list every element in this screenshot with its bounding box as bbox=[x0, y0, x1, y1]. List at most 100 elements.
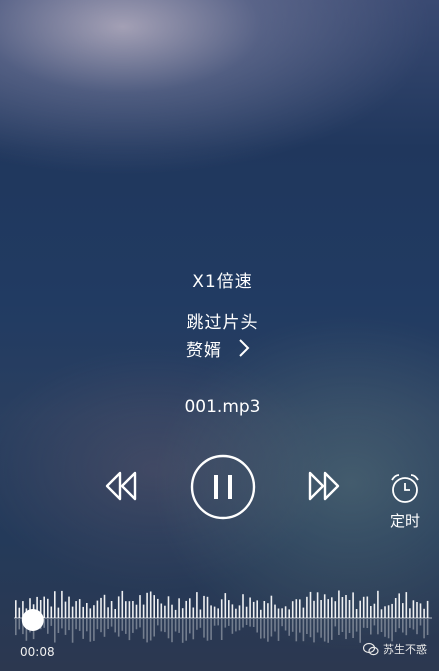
waveform-bar bbox=[178, 598, 180, 618]
rewind-icon[interactable] bbox=[104, 470, 138, 502]
waveform-reflection bbox=[68, 619, 70, 631]
waveform-bar bbox=[96, 600, 99, 618]
waveform-reflection bbox=[160, 619, 163, 632]
waveform-bar bbox=[334, 601, 337, 618]
fast-forward-icon[interactable] bbox=[307, 470, 341, 502]
waveform-reflection bbox=[288, 619, 290, 636]
waveform-bar bbox=[387, 605, 390, 618]
waveform-bar bbox=[142, 604, 145, 618]
waveform-bar bbox=[284, 606, 287, 618]
waveform-reflection bbox=[352, 619, 354, 638]
waveform-reflection bbox=[419, 619, 422, 626]
skip-intro-button[interactable]: 跳过片头 bbox=[0, 308, 439, 333]
waveform-bar bbox=[405, 592, 408, 618]
waveform-reflection bbox=[203, 619, 205, 638]
waveform-bar bbox=[146, 592, 148, 618]
waveform-reflection bbox=[57, 619, 60, 633]
waveform-bar bbox=[323, 594, 326, 618]
waveform-bar bbox=[61, 590, 63, 618]
waveform-bar bbox=[306, 596, 308, 618]
pause-icon bbox=[214, 475, 232, 499]
chevron-right-icon bbox=[239, 339, 250, 357]
waveform-reflection bbox=[341, 619, 344, 632]
waveform-reflection bbox=[327, 619, 329, 643]
waveform-bar bbox=[121, 590, 124, 618]
waveform-bar bbox=[252, 601, 255, 618]
waveform-bar bbox=[89, 608, 92, 618]
waveform-bar bbox=[199, 609, 202, 618]
waveform-bar bbox=[71, 606, 74, 618]
waveform-reflection bbox=[128, 619, 131, 641]
waveform-reflection bbox=[139, 619, 141, 628]
waveform-reflection bbox=[110, 619, 113, 627]
waveform-bar bbox=[75, 601, 77, 618]
waveform-bar bbox=[224, 593, 227, 618]
waveform-bar bbox=[78, 599, 81, 618]
waveform-reflection bbox=[260, 619, 262, 639]
wechat-icon bbox=[363, 642, 379, 656]
waveform-bar bbox=[160, 603, 163, 618]
waveform-reflection bbox=[238, 619, 241, 631]
waveform-bar bbox=[132, 601, 134, 618]
waveform-bar bbox=[192, 607, 195, 618]
waveform-reflection bbox=[78, 619, 81, 631]
waveform-bar bbox=[114, 609, 116, 618]
waveform-reflection bbox=[18, 619, 21, 630]
pause-button[interactable] bbox=[190, 454, 256, 520]
waveform-bar bbox=[174, 609, 177, 618]
waveform-bar bbox=[231, 604, 234, 618]
waveform-reflection bbox=[355, 619, 358, 632]
waveform-reflection bbox=[206, 619, 209, 641]
waveform-bar bbox=[15, 600, 17, 618]
waveform-bar bbox=[391, 603, 393, 618]
timer-button[interactable]: 定时 bbox=[384, 472, 426, 531]
waveform-bar bbox=[263, 601, 266, 618]
waveform-reflection bbox=[164, 619, 166, 633]
waveform-reflection bbox=[334, 619, 337, 627]
waveform-reflection bbox=[380, 619, 383, 632]
waveform-reflection bbox=[423, 619, 425, 639]
waveform-reflection bbox=[299, 619, 301, 633]
waveform-bar bbox=[338, 590, 340, 618]
waveform-reflection bbox=[224, 619, 227, 628]
waveform-bar bbox=[68, 596, 70, 618]
waveform-reflection bbox=[142, 619, 145, 639]
waveform-bar bbox=[249, 597, 251, 618]
progress-thumb[interactable] bbox=[21, 609, 44, 631]
waveform-bar bbox=[260, 609, 262, 618]
waveform-bar bbox=[228, 600, 230, 618]
waveform-bar bbox=[82, 606, 84, 618]
waveform-reflection bbox=[242, 619, 244, 628]
waveform-reflection bbox=[394, 619, 397, 633]
artist-link[interactable]: 赘婿 bbox=[186, 336, 250, 361]
waveform-reflection bbox=[409, 619, 411, 628]
waveform-bar bbox=[423, 608, 425, 618]
waveform-bar bbox=[93, 605, 95, 618]
waveform-reflection bbox=[171, 619, 173, 643]
waveform-bar bbox=[288, 609, 290, 618]
waveform-reflection bbox=[125, 619, 127, 634]
waveform-bar bbox=[86, 603, 88, 618]
waveform-reflection bbox=[103, 619, 106, 637]
waveform-bar bbox=[107, 607, 109, 618]
waveform-bar bbox=[380, 609, 383, 618]
waveform-reflection bbox=[86, 619, 88, 632]
waveform-bar bbox=[370, 606, 372, 618]
progress-waveform[interactable] bbox=[14, 588, 432, 648]
speed-button[interactable]: X1倍速 bbox=[0, 267, 439, 292]
waveform-reflection bbox=[157, 619, 159, 626]
waveform-bar bbox=[54, 591, 56, 618]
waveform-bar bbox=[256, 600, 258, 618]
waveform-bar bbox=[313, 600, 315, 618]
waveform-reflection bbox=[210, 619, 212, 640]
waveform-bar bbox=[153, 595, 155, 618]
waveform-reflection bbox=[345, 619, 347, 640]
waveform-bar bbox=[157, 598, 159, 618]
waveform-reflection bbox=[82, 619, 84, 639]
waveform-reflection bbox=[252, 619, 255, 627]
waveform-reflection bbox=[398, 619, 400, 629]
waveform-reflection bbox=[370, 619, 372, 635]
waveform-bar bbox=[270, 595, 273, 618]
waveform-reflection bbox=[306, 619, 308, 634]
waveform-reflection bbox=[114, 619, 116, 633]
